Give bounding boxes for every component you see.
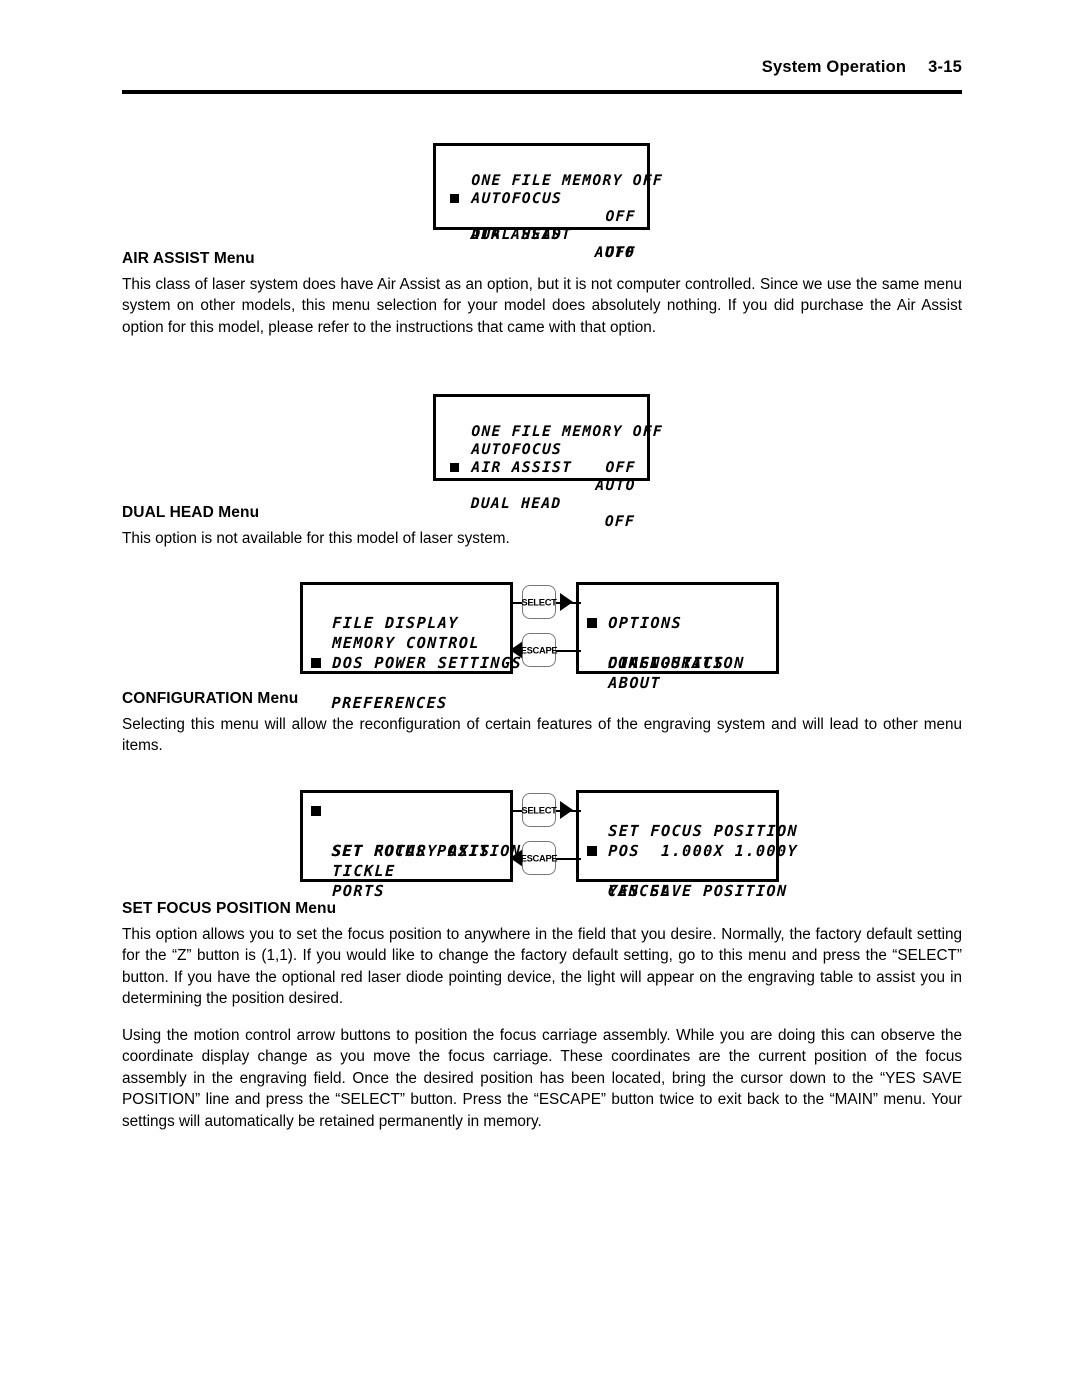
lcd-line: TICKLE bbox=[303, 841, 511, 880]
select-button-label: SELECT bbox=[521, 596, 557, 608]
lcd-panel-dual-head: ONE FILE MEMORY OFF AUTOFOCUS OFF AIR AS… bbox=[433, 394, 663, 530]
lcd-line: ONE FILE MEMORY OFF bbox=[436, 154, 663, 189]
paragraph-dual-head: This option is not available for this mo… bbox=[122, 530, 510, 547]
escape-button-label: ESCAPE bbox=[520, 644, 558, 656]
paragraph-air-assist: This class of laser system does have Air… bbox=[122, 276, 962, 336]
lcd-line-selected: SET FOCUS POSITION bbox=[303, 801, 522, 860]
page-number: 3-15 bbox=[928, 58, 962, 76]
lcd-line: OPTIONS bbox=[579, 593, 777, 632]
lcd-line-value: AUTO bbox=[595, 477, 637, 494]
lcd-line-selected: PREFERENCES bbox=[303, 653, 511, 712]
arrow-right-icon bbox=[560, 801, 573, 819]
lcd-line-selected: CANCEL bbox=[579, 841, 777, 900]
header-divider bbox=[122, 90, 962, 94]
lcd-panel-set-focus-position: SET FOCUS POSITION POS 1.000X 1.000Y CAN… bbox=[576, 790, 798, 900]
lcd-line-text: ABOUT bbox=[607, 674, 662, 692]
lcd-line-text: PREFERENCES bbox=[331, 694, 448, 712]
cursor-block-icon bbox=[450, 194, 460, 203]
lcd-line-selected: CONFIGURATION bbox=[579, 613, 777, 672]
lcd-line: DOS POWER SETTINGS bbox=[303, 633, 522, 672]
cursor-block-icon bbox=[311, 658, 321, 668]
lcd-line: DIAGNOSTICS bbox=[579, 633, 777, 672]
paragraph-set-focus-position-2: Using the motion control arrow buttons t… bbox=[122, 1027, 962, 1130]
lcd-line: AUTOFOCUS OFF bbox=[436, 172, 648, 225]
lcd-line-value: OFF bbox=[605, 244, 637, 261]
lcd-line-text: DUAL HEAD bbox=[471, 226, 563, 243]
page-header-title: System Operation bbox=[761, 58, 907, 76]
escape-button-1[interactable]: ESCAPE bbox=[520, 633, 558, 667]
heading-air-assist-menu: AIR ASSIST Menu bbox=[122, 250, 255, 267]
lcd-line: PORTS bbox=[303, 861, 511, 900]
lcd-line-text: DUAL HEAD bbox=[470, 495, 562, 512]
escape-button-label: ESCAPE bbox=[520, 852, 558, 864]
lcd-line: SET ROTARY AXIS bbox=[303, 821, 511, 860]
lcd-line: FILE DISPLAY bbox=[303, 593, 511, 632]
page-header: System Operation 3-15 bbox=[122, 58, 962, 77]
lcd-line: DUAL HEAD OFF bbox=[436, 208, 648, 261]
select-button-1[interactable]: SELECT bbox=[521, 585, 557, 619]
lcd-line: SET FOCUS POSITION bbox=[579, 801, 798, 840]
paragraph-set-focus-position: This option allows you to set the focus … bbox=[122, 926, 962, 1008]
lcd-panel-preferences: FILE DISPLAY MEMORY CONTROL DOS POWER SE… bbox=[300, 582, 522, 712]
lcd-line: YES SAVE POSITION bbox=[579, 861, 788, 900]
lcd-line: AIR ASSIST AUTO bbox=[436, 441, 648, 494]
cursor-block-icon bbox=[587, 618, 597, 628]
cursor-block-icon bbox=[311, 806, 321, 816]
paragraph-configuration: Selecting this menu will allow the recon… bbox=[122, 716, 962, 755]
lcd-line-text: YES SAVE POSITION bbox=[607, 882, 788, 900]
lcd-line-selected: DUAL HEAD OFF bbox=[436, 459, 648, 530]
lcd-line-text: PORTS bbox=[331, 882, 386, 900]
lcd-line: ONE FILE MEMORY OFF bbox=[436, 405, 663, 440]
heading-dual-head-menu: DUAL HEAD Menu bbox=[122, 504, 260, 521]
cursor-block-icon bbox=[450, 463, 460, 472]
cursor-block-icon bbox=[587, 846, 597, 856]
heading-configuration-menu: CONFIGURATION Menu bbox=[122, 690, 299, 707]
lcd-panel-options: OPTIONS CONFIGURATION DIAGNOSTICS ABOUT bbox=[576, 582, 779, 692]
select-button-2[interactable]: SELECT bbox=[521, 793, 557, 827]
escape-button-2[interactable]: ESCAPE bbox=[520, 841, 558, 875]
lcd-line: POS 1.000X 1.000Y bbox=[579, 821, 798, 860]
lcd-line: AUTOFOCUS OFF bbox=[436, 423, 648, 476]
select-button-label: SELECT bbox=[521, 804, 557, 816]
lcd-panel-air-assist: ONE FILE MEMORY OFF AUTOFOCUS OFF AIR AS… bbox=[433, 143, 663, 261]
lcd-line: MEMORY CONTROL bbox=[303, 613, 511, 652]
lcd-line-selected: AIR ASSIST AUTO bbox=[436, 190, 648, 261]
lcd-line: ABOUT bbox=[579, 653, 777, 692]
arrow-right-icon bbox=[560, 593, 573, 611]
heading-set-focus-position-menu: SET FOCUS POSITION Menu bbox=[122, 900, 337, 917]
lcd-panel-configuration: SET FOCUS POSITION SET ROTARY AXIS TICKL… bbox=[300, 790, 522, 900]
